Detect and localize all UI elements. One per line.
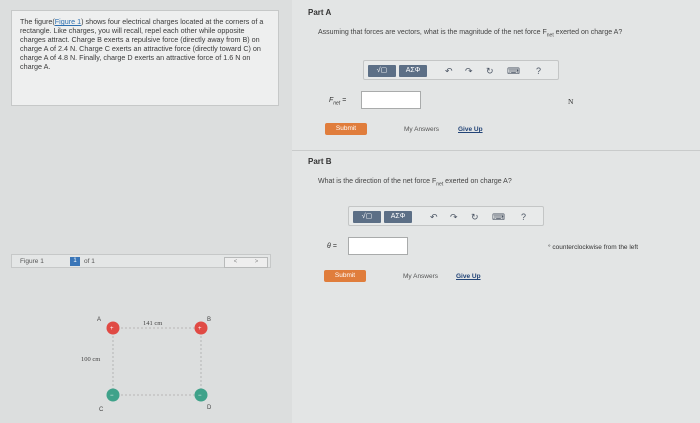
part-a-question: Assuming that forces are vectors, what i…: [318, 29, 622, 38]
figure-bar: Figure 1 1 of 1 < >: [11, 254, 271, 268]
figure-link[interactable]: Figure 1: [55, 17, 81, 26]
problem-text-pre: The figure(: [20, 17, 55, 26]
part-a-question-post: exerted on charge A?: [553, 29, 623, 36]
part-b-question-pre: What is the direction of the net force F: [318, 178, 437, 185]
charge-a-sign: +: [110, 326, 114, 332]
help-icon[interactable]: ?: [521, 211, 526, 223]
charge-b-letter: B: [207, 317, 211, 323]
left-pane: The figure(Figure 1) shows four electric…: [0, 0, 292, 423]
part-b-question-post: exerted on charge A?: [443, 178, 512, 185]
part-divider: [292, 150, 700, 151]
part-b-give-up-link[interactable]: Give Up: [456, 273, 481, 280]
charges-figure: 141 cm 100 cm A + B + − C − D: [81, 317, 212, 413]
undo-icon[interactable]: ↶: [430, 211, 438, 223]
keyboard-icon[interactable]: ⌨: [492, 211, 505, 223]
part-a-question-sub: net: [546, 32, 554, 39]
undo-icon[interactable]: ↶: [445, 65, 453, 77]
problem-text: ) shows four electrical charges located …: [20, 17, 264, 71]
width-label: 141 cm: [143, 320, 162, 327]
part-a-question-pre: Assuming that forces are vectors, what i…: [318, 29, 547, 36]
prev-figure-button[interactable]: <: [225, 258, 246, 267]
charge-c-letter: C: [99, 407, 104, 413]
redo-icon[interactable]: ↷: [450, 211, 458, 223]
part-b-my-answers-link[interactable]: My Answers: [403, 273, 438, 280]
figure-nav: < >: [224, 257, 268, 268]
greek-symbols-button[interactable]: ΑΣΦ: [399, 65, 427, 77]
charge-b-sign: +: [198, 326, 202, 332]
part-a-give-up-link[interactable]: Give Up: [458, 126, 483, 133]
reset-icon[interactable]: ↻: [486, 65, 494, 77]
part-a-answer-eq: =: [340, 97, 347, 104]
charge-a-letter: A: [97, 317, 101, 323]
sqrt-template-button[interactable]: √▢: [353, 211, 381, 223]
sqrt-template-button[interactable]: √▢: [368, 65, 396, 77]
figure-label: Figure 1: [20, 258, 44, 265]
part-a-submit-button[interactable]: Submit: [325, 123, 367, 135]
part-a-toolbar: √▢ ΑΣΦ ↶ ↷ ↻ ⌨ ?: [363, 60, 559, 80]
part-b-title: Part B: [308, 157, 332, 166]
next-figure-button[interactable]: >: [246, 258, 267, 267]
part-b-submit-button[interactable]: Submit: [324, 270, 366, 282]
figure-number-badge[interactable]: 1: [70, 257, 80, 266]
part-b-toolbar: √▢ ΑΣΦ ↶ ↷ ↻ ⌨ ?: [348, 206, 544, 226]
part-a-answer-label: Fnet =: [329, 97, 346, 106]
part-a-unit: N: [568, 97, 574, 106]
height-label: 100 cm: [81, 356, 100, 363]
part-b-question: What is the direction of the net force F…: [318, 178, 512, 187]
part-a-title: Part A: [308, 8, 332, 17]
charge-d-letter: D: [207, 405, 212, 411]
redo-icon[interactable]: ↷: [465, 65, 473, 77]
reset-icon[interactable]: ↻: [471, 211, 479, 223]
problem-statement: The figure(Figure 1) shows four electric…: [11, 10, 279, 106]
charge-c-sign: −: [110, 393, 114, 399]
part-a-my-answers-link[interactable]: My Answers: [404, 126, 439, 133]
part-b-answer-label: θ =: [327, 243, 337, 250]
figure-count: of 1: [84, 258, 95, 265]
keyboard-icon[interactable]: ⌨: [507, 65, 520, 77]
part-b-answer-input[interactable]: [348, 237, 408, 255]
right-pane: Part A Assuming that forces are vectors,…: [292, 0, 700, 423]
help-icon[interactable]: ?: [536, 65, 541, 77]
charge-d-sign: −: [198, 393, 202, 399]
part-b-unit: ° counterclockwise from the left: [548, 244, 639, 251]
part-a-answer-input[interactable]: [361, 91, 421, 109]
greek-symbols-button[interactable]: ΑΣΦ: [384, 211, 412, 223]
